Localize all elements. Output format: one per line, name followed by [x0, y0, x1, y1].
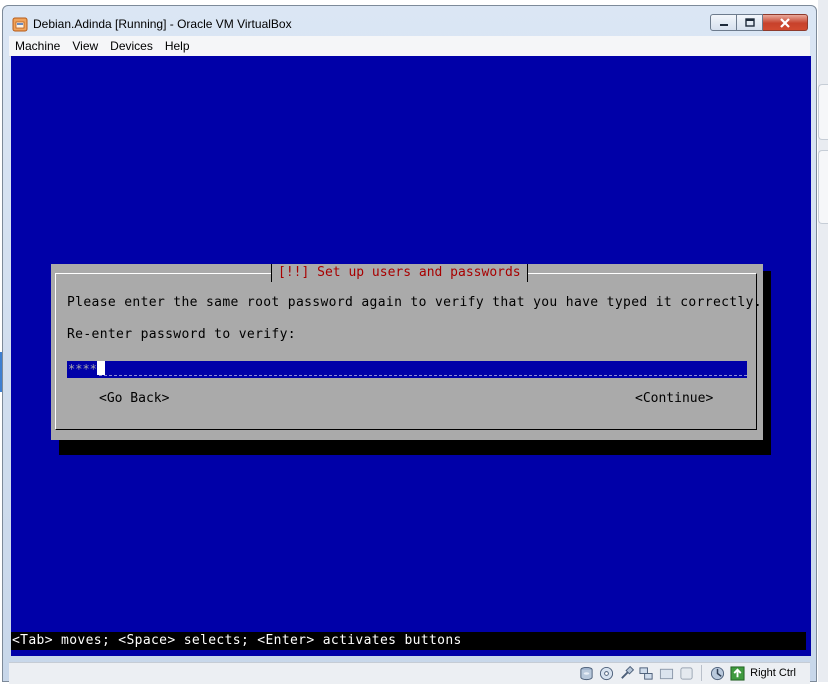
maximize-button[interactable] — [737, 14, 763, 31]
desktop-background — [818, 0, 828, 682]
keyboard-hint-bar: <Tab> moves; <Space> selects; <Enter> ac… — [11, 632, 806, 650]
close-button[interactable] — [763, 14, 808, 31]
status-icons: Right Ctrl — [578, 665, 796, 681]
minimize-button[interactable] — [710, 14, 737, 31]
menu-devices[interactable]: Devices — [104, 36, 159, 56]
password-mask: **** — [68, 362, 97, 376]
status-separator — [701, 665, 703, 681]
hard-disk-icon[interactable] — [578, 665, 594, 681]
field-underline — [99, 375, 747, 376]
mouse-integration-icon[interactable] — [709, 665, 725, 681]
network-icon[interactable] — [638, 665, 654, 681]
menu-bar: Machine View Devices Help — [9, 36, 810, 57]
window-title: Debian.Adinda [Running] - Oracle VM Virt… — [33, 17, 292, 31]
window-controls — [710, 14, 808, 33]
menu-machine[interactable]: Machine — [9, 36, 66, 56]
desktop-window-edge — [818, 84, 828, 140]
desktop-window-edge — [818, 150, 828, 224]
vm-display[interactable]: [!!] Set up users and passwords Please e… — [11, 56, 811, 656]
continue-button[interactable]: <Continue> — [635, 391, 713, 406]
maximize-icon — [744, 18, 755, 27]
menu-view[interactable]: View — [66, 36, 104, 56]
shared-folders-icon[interactable] — [658, 665, 674, 681]
virtualbox-app-icon[interactable] — [12, 16, 28, 32]
password-verify-input[interactable]: **** — [67, 361, 747, 378]
dialog-title: [!!] Set up users and passwords — [271, 264, 528, 282]
dialog-prompt: Please enter the same root password agai… — [67, 295, 763, 310]
usb-icon[interactable] — [618, 665, 634, 681]
display-icon[interactable] — [678, 665, 694, 681]
installer-dialog: [!!] Set up users and passwords Please e… — [51, 264, 763, 440]
text-cursor — [96, 361, 105, 375]
host-key-arrow-icon[interactable] — [729, 665, 745, 681]
virtualbox-window: Debian.Adinda [Running] - Oracle VM Virt… — [2, 5, 817, 684]
status-bar: Right Ctrl — [9, 662, 810, 684]
close-icon — [780, 17, 790, 28]
go-back-button[interactable]: <Go Back> — [99, 391, 169, 406]
menu-help[interactable]: Help — [159, 36, 196, 56]
minimize-icon — [719, 23, 728, 26]
password-field-label: Re-enter password to verify: — [67, 327, 296, 342]
optical-drive-icon[interactable] — [598, 665, 614, 681]
title-bar[interactable]: Debian.Adinda [Running] - Oracle VM Virt… — [3, 6, 816, 36]
host-key-label: Right Ctrl — [750, 667, 796, 679]
